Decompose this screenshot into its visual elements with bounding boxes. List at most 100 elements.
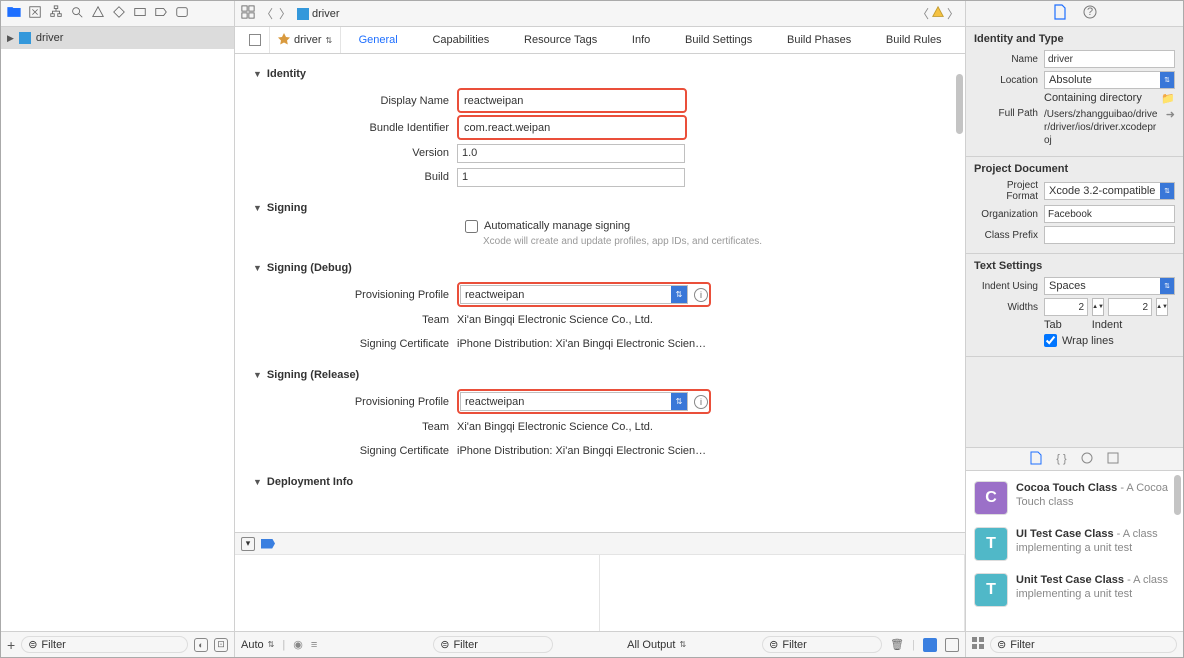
clock-filter-icon[interactable]: ◐: [194, 638, 208, 652]
section-deployment-header[interactable]: ▼ Deployment Info: [253, 470, 945, 494]
debug-nav-icon[interactable]: [133, 5, 147, 22]
report-nav-icon[interactable]: [175, 5, 189, 22]
tab-resource-tags[interactable]: Resource Tags: [516, 34, 605, 46]
indent-select[interactable]: Spaces⇅: [1044, 277, 1175, 295]
profile-debug-select[interactable]: reactweipan ⇅: [460, 285, 688, 304]
tab-stepper[interactable]: ▲▼: [1092, 298, 1104, 316]
breadcrumb[interactable]: driver: [297, 8, 911, 20]
name-label: Name: [974, 54, 1044, 65]
filter-placeholder: Filter: [41, 639, 65, 651]
test-nav-icon[interactable]: [112, 5, 126, 22]
related-items-icon[interactable]: [241, 5, 255, 22]
show-right-pane-icon[interactable]: [945, 638, 959, 652]
warning-icon[interactable]: [931, 5, 945, 22]
search-nav-icon[interactable]: [70, 5, 84, 22]
reveal-icon[interactable]: ➜: [1166, 108, 1175, 147]
location-select[interactable]: Absolute⇅: [1044, 71, 1175, 89]
org-input[interactable]: [1044, 205, 1175, 223]
scm-filter-icon[interactable]: ⊡: [214, 638, 228, 652]
library-filter-input[interactable]: ⊜ Filter: [990, 636, 1177, 653]
console-filter-input[interactable]: ⊜ Filter: [762, 636, 882, 653]
folder-choose-icon[interactable]: 📁: [1161, 92, 1175, 105]
profile-debug-label: Provisioning Profile: [253, 289, 457, 301]
team-release-value: Xi'an Bingqi Electronic Science Co., Ltd…: [457, 421, 653, 433]
disclosure-arrow-icon[interactable]: ▶: [7, 33, 14, 44]
tree-root-row[interactable]: ▶ driver: [1, 27, 234, 49]
help-inspector-tab-icon[interactable]: ?: [1083, 5, 1097, 22]
navigator-panel: ▶ driver + ⊜ Filter ◐ ⊡: [1, 1, 235, 657]
library-tab-bar: { }: [966, 447, 1183, 471]
tab-width-input[interactable]: [1044, 298, 1088, 316]
library-item[interactable]: CCocoa Touch Class - A Cocoa Touch class: [966, 475, 1183, 521]
tab-build-rules[interactable]: Build Rules: [878, 34, 950, 46]
file-inspector-tab-icon[interactable]: [1053, 4, 1067, 23]
add-button[interactable]: +: [7, 637, 15, 653]
navigator-filter-input[interactable]: ⊜ Filter: [21, 636, 188, 653]
section-title: Signing (Debug): [267, 262, 352, 274]
indent-width-input[interactable]: [1108, 298, 1152, 316]
library-item-icon: T: [974, 573, 1008, 607]
build-input[interactable]: [457, 168, 685, 187]
variables-filter-input[interactable]: ⊜ Filter: [433, 636, 553, 653]
scrollbar[interactable]: [951, 54, 965, 532]
info-icon[interactable]: i: [694, 288, 708, 302]
breakpoint-nav-icon[interactable]: [154, 5, 168, 22]
target-name-label: driver: [294, 34, 322, 46]
next-issue-button[interactable]: 〉: [947, 5, 959, 22]
format-select[interactable]: Xcode 3.2-compatible⇅: [1044, 182, 1175, 200]
display-name-input[interactable]: [460, 91, 684, 110]
info-icon[interactable]: i: [694, 395, 708, 409]
indent-stepper[interactable]: ▲▼: [1156, 298, 1168, 316]
trash-icon[interactable]: 🗑: [890, 638, 904, 651]
filter-placeholder: Filter: [1010, 639, 1034, 651]
breakpoint-tag-icon[interactable]: [261, 539, 275, 549]
nav-forward-button[interactable]: 〉: [279, 5, 291, 22]
version-input[interactable]: [457, 144, 685, 163]
variables-pane: [235, 555, 600, 631]
section-signing-release-header[interactable]: ▼ Signing (Release): [253, 363, 945, 387]
name-input[interactable]: [1044, 50, 1175, 68]
profile-release-label: Provisioning Profile: [253, 396, 457, 408]
symbol-nav-icon[interactable]: [28, 5, 42, 22]
auto-signing-checkbox[interactable]: [465, 220, 478, 233]
library-list: CCocoa Touch Class - A Cocoa Touch class…: [966, 471, 1183, 631]
issue-nav-icon[interactable]: [91, 5, 105, 22]
nav-back-button[interactable]: 〈: [261, 5, 273, 22]
target-list-toggle[interactable]: [241, 27, 270, 53]
grid-view-icon[interactable]: [972, 637, 984, 652]
toggle-variables-icon[interactable]: ▾: [241, 537, 255, 551]
folder-nav-icon[interactable]: [7, 5, 21, 22]
auto-popup[interactable]: Auto: [241, 639, 264, 651]
tab-build-phases[interactable]: Build Phases: [779, 34, 859, 46]
file-template-tab-icon[interactable]: [1030, 451, 1042, 468]
media-library-tab-icon[interactable]: [1107, 452, 1119, 467]
target-selector[interactable]: driver ⇅: [270, 27, 341, 53]
prev-issue-button[interactable]: 〈: [917, 5, 929, 22]
tab-info[interactable]: Info: [624, 34, 658, 46]
bundle-id-input[interactable]: [460, 118, 684, 137]
code-template-tab-icon[interactable]: { }: [1056, 453, 1066, 465]
wrap-lines-checkbox[interactable]: [1044, 334, 1057, 347]
show-left-pane-icon[interactable]: [923, 638, 937, 652]
tab-general[interactable]: General: [351, 34, 406, 46]
section-signing-header[interactable]: ▼ Signing: [253, 196, 945, 220]
filter-icon: ⊜: [769, 638, 778, 651]
object-library-tab-icon[interactable]: [1081, 452, 1093, 467]
list-icon[interactable]: ≡: [311, 639, 317, 651]
library-item[interactable]: TUnit Test Case Class - A class implemen…: [966, 567, 1183, 613]
eye-icon[interactable]: ◉: [293, 638, 303, 651]
section-identity-header[interactable]: ▼ Identity: [253, 62, 945, 86]
prefix-input[interactable]: [1044, 226, 1175, 244]
version-label: Version: [253, 147, 457, 159]
inspector-tab-bar: ?: [966, 1, 1183, 27]
library-item[interactable]: TUI Test Case Class - A class implementi…: [966, 521, 1183, 567]
output-popup[interactable]: All Output: [627, 639, 675, 651]
editor-area: 〈 〉 driver 〈 〉 driver ⇅: [235, 1, 965, 657]
section-signing-debug-header[interactable]: ▼ Signing (Debug): [253, 256, 945, 280]
tab-capabilities[interactable]: Capabilities: [424, 34, 497, 46]
hierarchy-icon[interactable]: [49, 5, 63, 22]
tab-build-settings[interactable]: Build Settings: [677, 34, 760, 46]
widths-label: Widths: [974, 302, 1044, 313]
profile-release-select[interactable]: reactweipan ⇅: [460, 392, 688, 411]
build-label: Build: [253, 171, 457, 183]
